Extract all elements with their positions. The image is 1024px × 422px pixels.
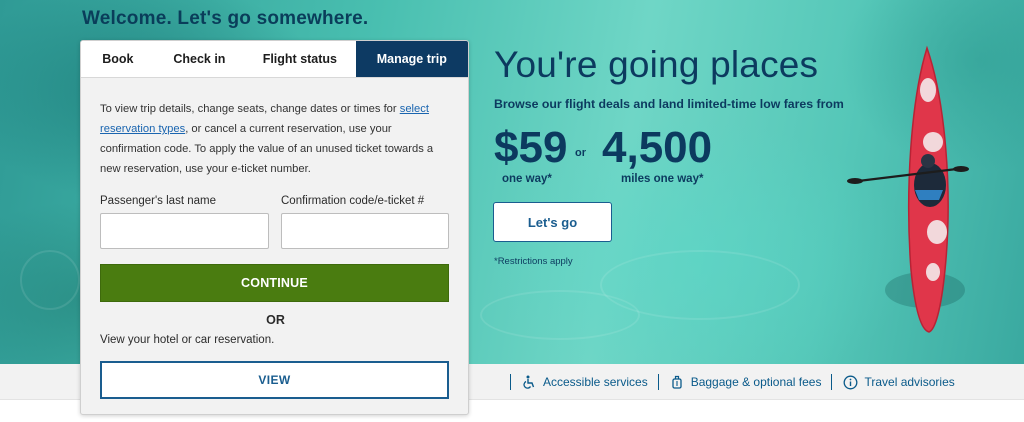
info-icon — [842, 374, 858, 390]
confirmation-code-label: Confirmation code/e-ticket # — [281, 195, 425, 207]
promo-subtitle: Browse our flight deals and land limited… — [494, 97, 844, 111]
baggage-fees-label: Baggage & optional fees — [690, 375, 822, 389]
tab-manage-trip[interactable]: Manage trip — [355, 41, 468, 77]
baggage-fees-link[interactable]: Baggage & optional fees — [669, 374, 822, 390]
fare-price-unit: one way* — [502, 173, 552, 185]
tab-book[interactable]: Book — [81, 41, 155, 77]
accessibility-icon — [521, 374, 537, 390]
link-separator — [831, 374, 833, 390]
manage-trip-instructions: To view trip details, change seats, chan… — [100, 99, 455, 179]
last-name-input[interactable] — [100, 213, 269, 249]
continue-button[interactable]: CONTINUE — [100, 264, 449, 302]
accessible-services-link[interactable]: Accessible services — [521, 374, 648, 390]
kayak-image — [847, 45, 969, 333]
hotel-car-text: View your hotel or car reservation. — [100, 334, 275, 346]
fare-miles: 4,500 — [602, 123, 713, 172]
booking-widget: Book Check in Flight status Manage trip … — [80, 40, 469, 415]
luggage-icon — [669, 374, 685, 390]
promo-title: You're going places — [494, 44, 819, 85]
link-separator — [657, 374, 659, 390]
lets-go-button[interactable]: Let's go — [493, 202, 612, 242]
accessible-services-label: Accessible services — [543, 375, 648, 389]
confirmation-code-input[interactable] — [281, 213, 449, 249]
travel-advisories-label: Travel advisories — [864, 375, 955, 389]
last-name-label: Passenger's last name — [100, 195, 216, 207]
quick-links: Accessible services Baggage & optional f… — [500, 372, 955, 392]
water-ripple — [480, 290, 640, 340]
booking-tabs: Book Check in Flight status Manage trip — [81, 41, 468, 78]
or-divider: OR — [266, 313, 285, 327]
instructions-text: To view trip details, change seats, chan… — [100, 103, 400, 115]
tab-flight-status[interactable]: Flight status — [244, 41, 355, 77]
tab-check-in[interactable]: Check in — [155, 41, 245, 77]
link-separator — [510, 374, 511, 390]
fare-miles-unit: miles one way* — [621, 173, 704, 185]
fare-or: or — [575, 147, 586, 159]
fare-price: $59 — [494, 123, 568, 172]
restrictions-note: *Restrictions apply — [494, 256, 573, 267]
view-button[interactable]: VIEW — [100, 361, 449, 399]
travel-advisories-link[interactable]: Travel advisories — [842, 374, 955, 390]
welcome-heading: Welcome. Let's go somewhere. — [82, 8, 369, 29]
water-ripple — [20, 250, 80, 310]
